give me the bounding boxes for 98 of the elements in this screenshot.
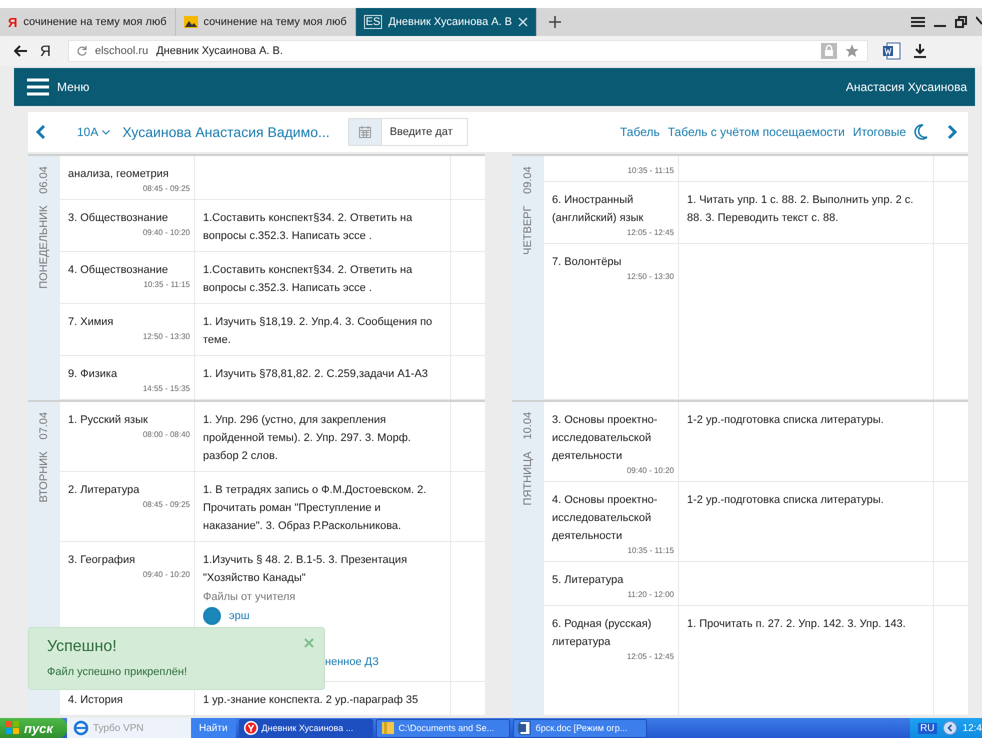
lesson-time: 14:55 - 15:35 [142,383,190,395]
taskbar-window-button[interactable]: Дневник Хусаинова ... [238,718,373,738]
lesson-time: 12:50 - 13:30 [626,271,674,283]
day-name: ЧЕТВЕРГ [522,206,534,255]
browser-tab[interactable]: ES Дневник Хусаинова А. В [356,8,538,36]
lesson-title: 7. Химия [68,315,114,330]
day-date: 06.04 [38,166,50,194]
lesson-time: 09:40 - 10:20 [626,465,674,477]
day-date: 09.04 [522,166,534,194]
download-icon[interactable] [914,44,926,58]
lesson-title: 4. Основы проектно-исследовательской деятельности [552,493,658,544]
nav-link[interactable]: Итоговые [852,125,906,139]
homework-text: 1-2 ур.-подготовка списка литературы. [687,413,885,428]
document-icon [518,721,532,735]
lock-icon [821,43,837,59]
star-icon[interactable] [845,44,859,58]
nav-link[interactable]: Табель с учётом посещаемости [668,125,845,139]
lesson-title: 4. История [68,693,124,708]
taskbar-window-button[interactable]: брск.doc [Режим огр... [512,718,647,738]
windows-logo-icon [6,721,20,735]
address-field[interactable]: elschool.ru Дневник Хусаинова А. В. [68,40,868,62]
arrow-left-icon[interactable] [942,721,957,735]
lesson-title: 2. Литература [68,483,140,498]
lesson-title: 6. Родная (русская) литература [552,617,652,650]
lesson-title: 1. Русский язык [68,413,149,428]
caret-icon [102,130,110,134]
yandex-logo: Я [8,14,18,30]
file-icon[interactable] [203,607,221,625]
menu-button[interactable]: Меню [27,78,90,96]
lesson-title: анализа, геометрия [68,167,170,182]
lesson-time: 09:40 - 10:20 [142,569,190,581]
lesson-time: 12:05 - 12:45 [626,651,674,663]
lesson-time: 10:35 - 11:15 [627,165,674,177]
plus-icon[interactable] [549,16,562,28]
user-name[interactable]: Анастасия Хусаинова [846,80,967,94]
homework-text: 1. Изучить §18,19. 2. Упр.4. 3. Сообщения по теме. [203,315,434,348]
lesson-time: 10:35 - 11:15 [627,545,674,557]
homework-text: 1 ур.-знание конспекта. 2 ур.-параграф 35 [203,693,420,708]
lesson-time: 11:20 - 12:00 [627,589,674,601]
homework-text: 1. Упр. 296 (устно, для закрепления пройденной темы). 2. Упр. 297. 3. Морф. разбор 2 слов. [203,413,412,464]
lesson-title: 5. Литература [552,573,624,588]
chevron-left-icon[interactable] [35,124,47,140]
homework-text: 1. В тетрадях запись о Ф.М.Достоевском. 2. Прочитать роман "Преступление и наказание". 3. Образ Р.Раскольникова. [203,483,428,534]
student-name[interactable]: Хусаинова Анастасия Вадимо... [122,124,330,140]
lesson-time: 09:40 - 10:20 [142,227,190,239]
homework-text: 1.Составить конспект§34. 2. Ответить на вопросы с.352.3. Написать эссе . [203,211,414,244]
image-icon [184,16,198,28]
toast-title: Успешно! [47,638,118,656]
lesson-time: 12:05 - 12:45 [626,227,674,239]
lesson-title: 4. Обществознание [68,263,169,278]
homework-text: 1-2 ур.-подготовка списка литературы. [687,493,885,508]
taskbar-window-button[interactable]: C:\Documents and Se... [376,718,510,738]
file-link[interactable]: эрш [229,610,250,622]
day-name: ПЯТНИЦА [522,452,534,506]
document-icon[interactable] [882,42,902,60]
language-indicator[interactable]: RU [918,722,937,734]
nav-link[interactable]: Табель [620,125,660,139]
moon-icon[interactable] [914,124,928,140]
homework-text: 1. Прочитать п. 27. 2. Упр. 142. 3. Упр. 143. [687,617,907,632]
day-name: ПОНЕДЕЛЬНИК [38,206,50,289]
calendar-icon [358,126,371,138]
lesson-time: 08:00 - 08:40 [142,429,190,441]
lesson-time: 08:45 - 09:25 [142,499,190,511]
restore-icon[interactable] [955,16,967,28]
back-arrow-icon[interactable] [14,45,28,57]
homework-text: 1. Изучить §78,81,82. 2. С.259,задачи А1-А3 [203,367,429,382]
lesson-title: 9. Физика [68,367,118,382]
lesson-time: 08:45 - 09:25 [142,183,190,195]
menu-icon[interactable] [911,17,925,27]
menu-icon [27,78,49,96]
folder-icon [380,721,395,735]
day-date: 10.04 [522,412,534,440]
site-logo: ES [364,15,382,29]
lesson-title: 3. Основы проектно-исследовательской деятельности [552,413,658,464]
reload-icon[interactable] [77,46,87,56]
clock: 12:4 [962,722,982,734]
homework-text: 1.Составить конспект§34. 2. Ответить на вопросы с.352.3. Написать эссе . [203,263,414,296]
day-name: ВТОРНИК [38,452,50,503]
chevron-right-icon[interactable] [946,124,958,140]
homework-text: 1. Читать упр. 1 с. 88. 2. Выполнить упр. 2 с. 88. 3. Переводить текст с. 88. [687,193,914,226]
lesson-title: 3. Обществознание [68,211,169,226]
quick-launch-item[interactable]: Турбо VPN [67,718,191,738]
day-date: 07.04 [38,412,50,440]
lesson-time: 12:50 - 13:30 [142,331,190,343]
yandex-logo[interactable]: Я [40,42,56,60]
lesson-title: 7. Волонтёры [552,255,622,270]
search-button[interactable]: Найти [191,718,236,738]
files-heading: Файлы от учителя [203,590,296,605]
toast-message: Файл успешно прикреплён! [47,666,188,678]
lesson-title: 6. Иностранный (английский) язык [552,193,644,226]
class-dropdown[interactable]: 10А [77,125,110,139]
lesson-time: 10:35 - 11:15 [143,279,190,291]
browser-e-icon [73,720,89,736]
start-button[interactable]: пуск [0,718,67,738]
homework-text: 1.Изучить § 48. 2. В.1-5. 3. Презентация "Хозяйство Канады" [203,553,408,586]
browser-y-icon [244,721,258,735]
lesson-title: 3. География [68,553,136,568]
date-input[interactable]: Введите дат [382,118,468,146]
